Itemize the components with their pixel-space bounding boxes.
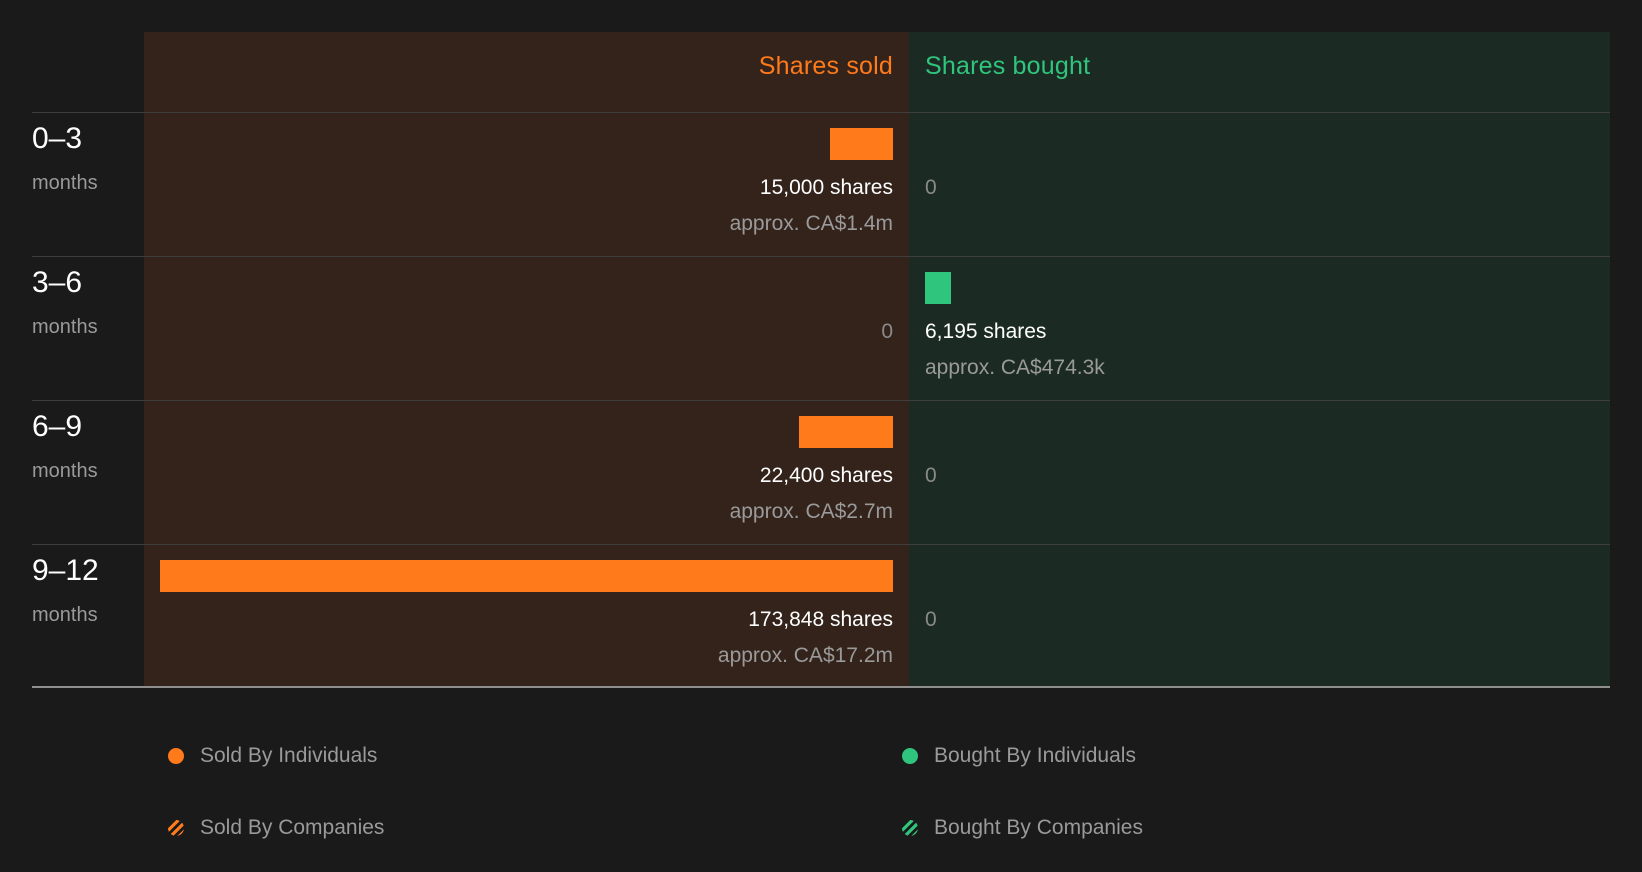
bought-zero-label: 0 (925, 176, 937, 199)
legend-label: Sold By Individuals (200, 744, 378, 767)
legend-label: Sold By Companies (200, 816, 385, 839)
legend-bought-individuals: Bought By Individuals (902, 744, 1136, 768)
green-dot-icon (902, 748, 918, 764)
sold-bar (830, 128, 893, 160)
bought-value-label: approx. CA$474.3k (925, 356, 1105, 379)
bought-bar (925, 272, 951, 304)
sold-zero-label: 0 (881, 320, 893, 343)
row-category-label: 9–12 (32, 554, 99, 587)
sold-shares-label: 15,000 shares (759, 176, 893, 199)
shares-bought-header: Shares bought (925, 52, 1091, 80)
row-category-unit: months (32, 460, 98, 482)
row-divider (32, 112, 1610, 113)
row-divider (32, 400, 1610, 401)
row-category-unit: months (32, 604, 98, 626)
row-category-unit: months (32, 316, 98, 338)
axis-line (32, 686, 1610, 688)
row-category-unit: months (32, 172, 98, 194)
shares-sold-header: Shares sold (758, 52, 893, 80)
green-hatch-icon (902, 820, 918, 836)
sold-shares-label: 173,848 shares (748, 608, 893, 631)
row-divider (32, 256, 1610, 257)
bought-zero-label: 0 (925, 608, 937, 631)
row-divider (32, 544, 1610, 545)
orange-hatch-icon (168, 820, 184, 836)
sold-value-label: approx. CA$2.7m (729, 500, 893, 523)
sold-bar (160, 560, 893, 592)
legend-label: Bought By Companies (934, 816, 1143, 839)
bought-shares-label: 6,195 shares (925, 320, 1047, 343)
orange-dot-icon (168, 748, 184, 764)
sold-bar (799, 416, 893, 448)
row-category-label: 6–9 (32, 410, 83, 443)
row-category-label: 3–6 (32, 266, 83, 299)
insider-trading-chart: Shares sold Shares bought 0–3 months 15,00… (0, 0, 1642, 872)
sold-value-label: approx. CA$17.2m (717, 644, 893, 667)
legend-sold-individuals: Sold By Individuals (168, 744, 377, 768)
legend-label: Bought By Individuals (934, 744, 1136, 767)
row-category-label: 0–3 (32, 122, 83, 155)
legend-sold-companies: Sold By Companies (168, 816, 384, 840)
sold-value-label: approx. CA$1.4m (729, 212, 893, 235)
bought-zero-label: 0 (925, 464, 937, 487)
legend-bought-companies: Bought By Companies (902, 816, 1143, 840)
sold-shares-label: 22,400 shares (759, 464, 893, 487)
